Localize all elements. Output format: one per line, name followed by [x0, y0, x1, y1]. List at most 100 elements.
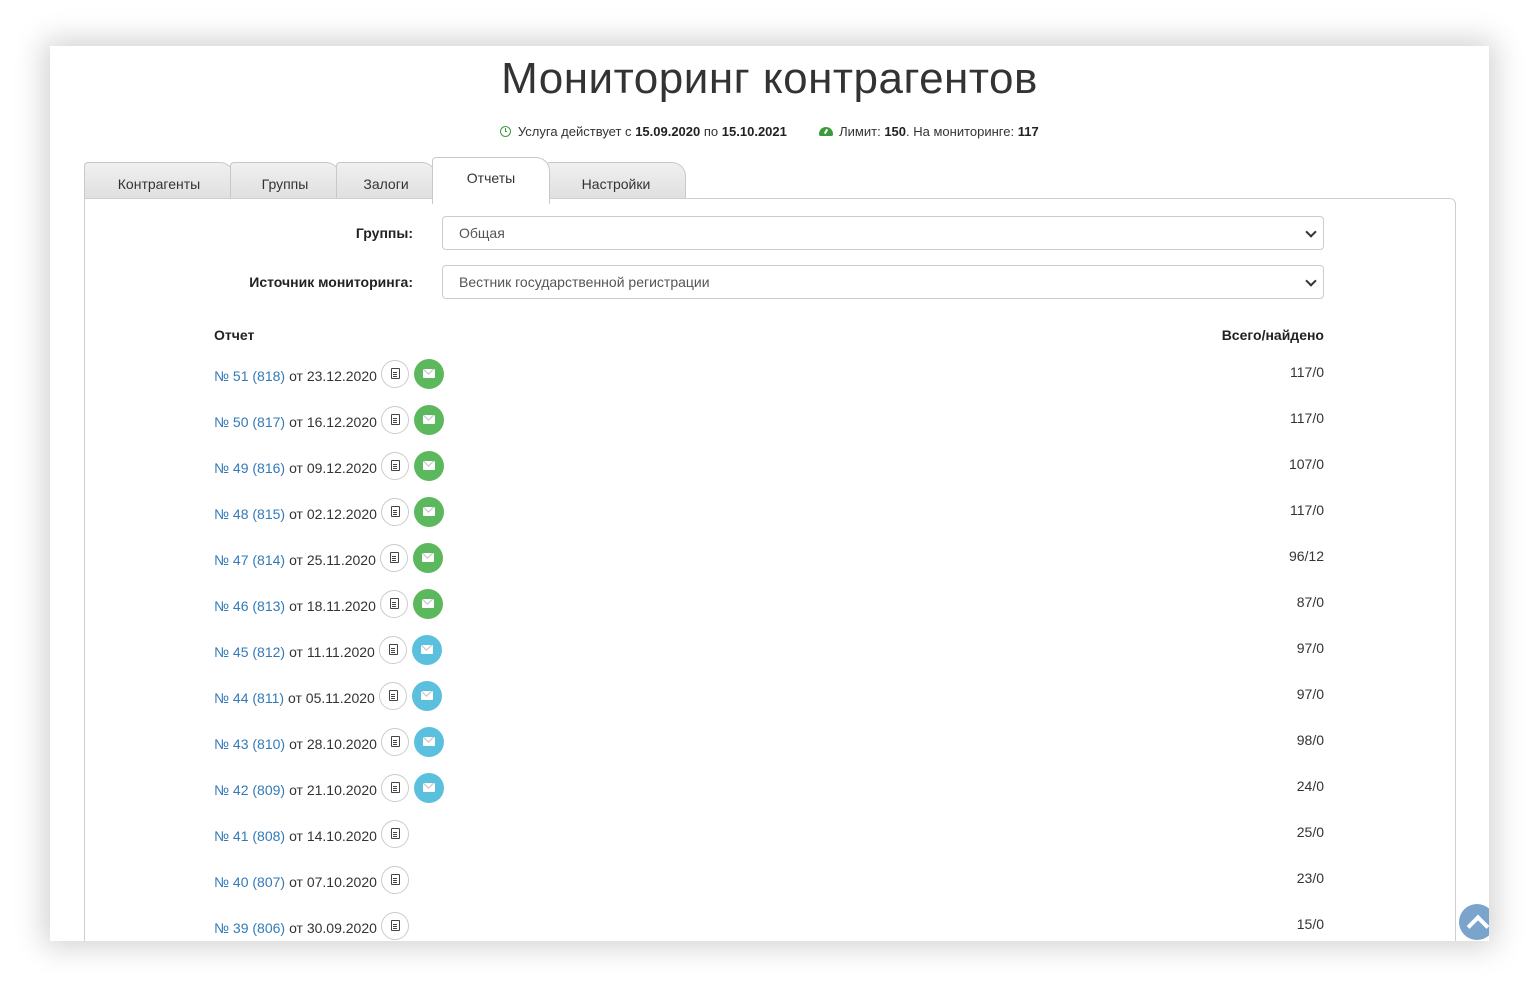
- report-total-found: 15/0: [1296, 916, 1324, 932]
- report-row: № 50 (817) от 16.12.2020 117/0: [214, 405, 1324, 438]
- report-link[interactable]: № 46 (813): [214, 598, 285, 614]
- report-row: № 41 (808) от 14.10.2020 25/0: [214, 820, 1324, 852]
- send-email-button[interactable]: [413, 359, 444, 389]
- groups-select[interactable]: Общая: [442, 216, 1324, 250]
- report-link[interactable]: № 40 (807): [214, 874, 285, 890]
- view-report-button[interactable]: [380, 452, 409, 480]
- groups-filter-row: Группы: Общая: [85, 216, 1455, 250]
- report-total-found: 87/0: [1296, 594, 1324, 610]
- monitoring-label: . На мониторинге:: [906, 124, 1015, 139]
- service-by: по: [703, 124, 719, 139]
- service-period: Услуга действует с 15.09.2020 по 15.10.2…: [500, 124, 787, 139]
- view-report-button[interactable]: [380, 912, 409, 940]
- envelope-icon: [422, 461, 435, 470]
- report-total-found: 97/0: [1296, 686, 1324, 702]
- view-report-button[interactable]: [380, 866, 409, 894]
- report-row: № 44 (811) от 05.11.2020 97/0: [214, 681, 1324, 714]
- file-text-icon: [390, 874, 400, 885]
- file-text-icon: [390, 736, 400, 747]
- report-total-found: 23/0: [1296, 870, 1324, 886]
- tab-reports[interactable]: Отчеты: [432, 157, 550, 204]
- view-report-button[interactable]: [380, 774, 409, 802]
- service-to: 15.10.2021: [721, 124, 787, 139]
- report-link[interactable]: № 41 (808): [214, 828, 285, 844]
- report-total-found: 25/0: [1296, 824, 1324, 840]
- report-date: от 23.12.2020: [289, 368, 377, 384]
- source-select-value: Вестник государственной регистрации: [459, 274, 710, 290]
- page-title: Мониторинг контрагентов: [501, 54, 1038, 103]
- report-row: № 47 (814) от 25.11.2020 96/12: [214, 543, 1324, 576]
- view-report-button[interactable]: [380, 498, 409, 526]
- source-select[interactable]: Вестник государственной регистрации: [442, 265, 1324, 299]
- file-text-icon: [388, 644, 398, 655]
- send-email-button[interactable]: [411, 635, 442, 665]
- report-link[interactable]: № 44 (811): [214, 690, 284, 706]
- send-email-button[interactable]: [411, 681, 442, 711]
- groups-select-value: Общая: [459, 225, 505, 241]
- envelope-icon: [422, 737, 435, 746]
- envelope-icon: [422, 415, 435, 424]
- tab-groups[interactable]: Группы: [230, 162, 340, 202]
- view-report-button[interactable]: [380, 820, 409, 848]
- tab-counterparties[interactable]: Контрагенты: [84, 162, 234, 202]
- file-text-icon: [390, 828, 400, 839]
- envelope-icon: [422, 783, 435, 792]
- view-report-button[interactable]: [379, 544, 408, 572]
- view-report-button[interactable]: [380, 728, 409, 756]
- tab-settings[interactable]: Настройки: [546, 162, 686, 202]
- file-text-icon: [388, 690, 398, 701]
- report-total-found: 117/0: [1290, 410, 1324, 426]
- report-row: № 46 (813) от 18.11.2020 87/0: [214, 589, 1324, 622]
- report-total-found: 117/0: [1290, 364, 1324, 380]
- chevron-up-icon: [1466, 914, 1489, 938]
- report-date: от 16.12.2020: [289, 414, 377, 430]
- send-email-button[interactable]: [412, 589, 443, 619]
- view-report-button[interactable]: [380, 406, 409, 434]
- report-link[interactable]: № 43 (810): [214, 736, 285, 752]
- report-date: от 05.11.2020: [288, 690, 375, 706]
- report-list-header: Отчет Всего/найдено: [214, 327, 1324, 343]
- report-date: от 09.12.2020: [289, 460, 377, 476]
- view-report-button[interactable]: [378, 636, 407, 664]
- reports-panel: Группы: Общая Источник мониторинга: Вест…: [84, 198, 1456, 941]
- scroll-to-top-button[interactable]: [1459, 904, 1489, 940]
- envelope-icon: [420, 691, 433, 700]
- send-email-button[interactable]: [413, 727, 444, 757]
- file-text-icon: [389, 598, 399, 609]
- report-link[interactable]: № 50 (817): [214, 414, 285, 430]
- app-window: Мониторинг контрагентов Услуга действует…: [50, 46, 1489, 941]
- report-link[interactable]: № 39 (806): [214, 920, 285, 936]
- report-total-found: 97/0: [1296, 640, 1324, 656]
- service-info: Услуга действует с 15.09.2020 по 15.10.2…: [50, 124, 1489, 139]
- file-text-icon: [390, 920, 400, 931]
- send-email-button[interactable]: [413, 451, 444, 481]
- report-row: № 51 (818) от 23.12.2020 117/0: [214, 359, 1324, 392]
- source-label: Источник мониторинга:: [249, 274, 413, 290]
- send-email-button[interactable]: [413, 773, 444, 803]
- view-report-button[interactable]: [378, 682, 407, 710]
- chevron-down-icon: [1305, 275, 1317, 287]
- service-prefix: Услуга действует с: [517, 124, 632, 139]
- report-link[interactable]: № 47 (814): [214, 552, 285, 568]
- report-link[interactable]: № 42 (809): [214, 782, 285, 798]
- dashboard-gauge-icon: [818, 127, 833, 136]
- view-report-button[interactable]: [379, 590, 408, 618]
- report-total-found: 117/0: [1290, 502, 1324, 518]
- report-row: № 49 (816) от 09.12.2020 107/0: [214, 451, 1324, 484]
- view-report-button[interactable]: [380, 360, 409, 388]
- send-email-button[interactable]: [413, 405, 444, 435]
- report-column-header: Отчет: [214, 327, 255, 343]
- report-date: от 07.10.2020: [289, 874, 377, 890]
- tab-bar: Контрагенты Группы Залоги Отчеты Настрой…: [84, 157, 704, 204]
- report-link[interactable]: № 45 (812): [214, 644, 285, 660]
- service-limit: Лимит: 150. На мониторинге: 117: [818, 124, 1039, 139]
- report-date: от 25.11.2020: [289, 552, 376, 568]
- file-text-icon: [390, 414, 400, 425]
- send-email-button[interactable]: [413, 497, 444, 527]
- report-link[interactable]: № 49 (816): [214, 460, 285, 476]
- report-link[interactable]: № 48 (815): [214, 506, 285, 522]
- tab-pledges[interactable]: Залоги: [336, 162, 436, 202]
- report-link[interactable]: № 51 (818): [214, 368, 285, 384]
- send-email-button[interactable]: [412, 543, 443, 573]
- chevron-down-icon: [1305, 226, 1317, 238]
